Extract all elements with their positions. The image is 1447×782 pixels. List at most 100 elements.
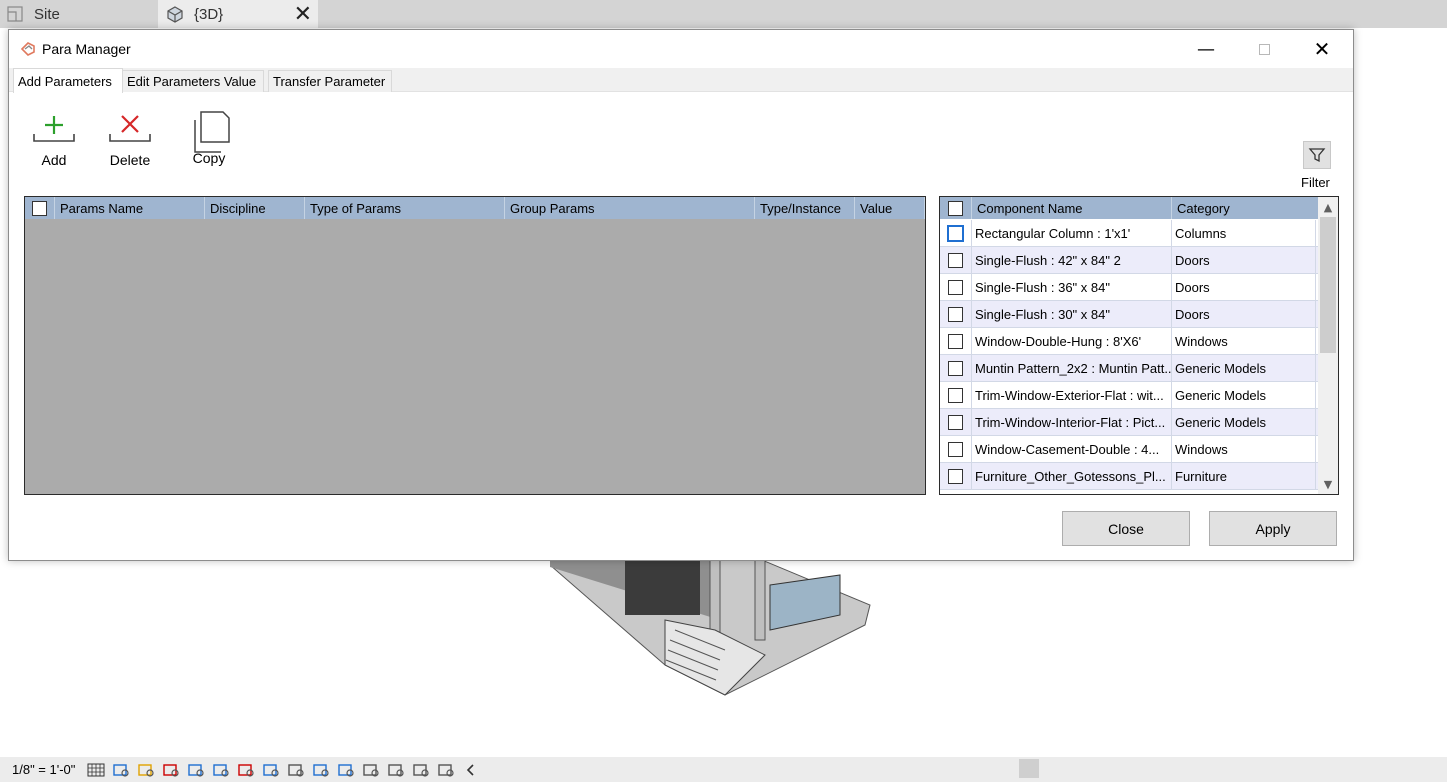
sun-path-icon[interactable] (137, 762, 155, 778)
status-scroll-grip[interactable] (1019, 759, 1039, 778)
delete-button[interactable]: Delete (100, 112, 160, 168)
params-grid[interactable]: Params Name Discipline Type of Params Gr… (24, 196, 926, 495)
minimize-button[interactable]: — (1177, 30, 1235, 68)
component-row[interactable]: Furniture_Other_Gotessons_Pl... Furniture (940, 463, 1318, 490)
component-row[interactable]: Single-Flush : 30" x 84" Doors (940, 301, 1318, 328)
render-icon[interactable] (187, 762, 205, 778)
category-cell: Windows (1172, 328, 1316, 355)
params-grid-header: Params Name Discipline Type of Params Gr… (25, 197, 925, 219)
worksharing-icon[interactable] (387, 762, 405, 778)
filter-button[interactable] (1303, 141, 1331, 169)
analytical-icon[interactable] (337, 762, 355, 778)
unlock-3d-icon[interactable] (262, 762, 280, 778)
component-name-cell: Window-Casement-Double : 4... (972, 436, 1172, 463)
category-cell: Columns (1172, 220, 1316, 247)
column-header[interactable]: Component Name (972, 197, 1172, 219)
select-all-params-cell (25, 197, 55, 219)
component-row[interactable]: Trim-Window-Exterior-Flat : wit... Generi… (940, 382, 1318, 409)
select-all-components-cell (940, 197, 972, 219)
reveal-hidden-icon[interactable] (312, 762, 330, 778)
component-row[interactable]: Window-Casement-Double : 4... Windows (940, 436, 1318, 463)
crop-view-icon[interactable] (212, 762, 230, 778)
temporary-hide-icon[interactable] (287, 762, 305, 778)
row-checkbox-cell (940, 247, 972, 274)
component-grid[interactable]: Component Name Category Rectangular Colu… (939, 196, 1339, 495)
row-checkbox[interactable] (948, 334, 963, 349)
component-row[interactable]: Single-Flush : 42" x 84" 2 Doors (940, 247, 1318, 274)
category-cell: Generic Models (1172, 355, 1316, 382)
design-options-icon[interactable] (412, 762, 430, 778)
detail-level-icon[interactable] (87, 762, 105, 778)
row-checkbox-cell (940, 355, 972, 382)
column-header[interactable]: Value (855, 197, 925, 219)
3d-view-icon (167, 6, 183, 23)
tab-add-parameters[interactable]: Add Parameters (13, 68, 123, 93)
category-cell: Windows (1172, 436, 1316, 463)
highlight-displacement-icon[interactable] (362, 762, 380, 778)
row-checkbox-cell (940, 274, 972, 301)
row-checkbox[interactable] (947, 225, 964, 242)
scrollbar-thumb[interactable] (1320, 217, 1336, 353)
close-window-button[interactable]: ✕ (1293, 30, 1351, 68)
copy-label: Copy (192, 150, 226, 166)
row-checkbox-cell (940, 220, 972, 247)
scroll-up-icon[interactable]: ▲ (1318, 198, 1338, 216)
status-bar: 1/8" = 1'-0" (0, 757, 1447, 782)
column-header[interactable]: Discipline (205, 197, 305, 219)
component-name-cell: Trim-Window-Exterior-Flat : wit... (972, 382, 1172, 409)
show-crop-icon[interactable] (237, 762, 255, 778)
copy-icon (194, 111, 230, 153)
column-header[interactable]: Type of Params (305, 197, 505, 219)
view-tab-site[interactable]: Site (0, 0, 157, 28)
component-grid-scrollbar[interactable]: ▲ ▼ (1318, 197, 1338, 494)
row-checkbox[interactable] (948, 280, 963, 295)
row-checkbox-cell (940, 409, 972, 436)
select-all-components-checkbox[interactable] (948, 200, 963, 216)
view-scale[interactable]: 1/8" = 1'-0" (12, 762, 75, 777)
collapse-arrow-icon[interactable] (462, 762, 480, 778)
add-button[interactable]: Add (24, 112, 84, 168)
para-manager-logo-icon (20, 42, 35, 56)
select-all-params-checkbox[interactable] (32, 200, 47, 216)
column-header[interactable]: Params Name (55, 197, 205, 219)
tab-transfer-parameter[interactable]: Transfer Parameter (268, 70, 392, 92)
visual-style-icon[interactable] (112, 762, 130, 778)
dialog-titlebar[interactable]: Para Manager — ✕ (9, 30, 1353, 68)
category-cell: Doors (1172, 301, 1316, 328)
component-row[interactable]: Trim-Window-Interior-Flat : Pict... Gener… (940, 409, 1318, 436)
view-tab-3d[interactable]: {3D} ✕ (158, 0, 318, 28)
apply-button[interactable]: Apply (1209, 511, 1337, 546)
column-header[interactable]: Type/Instance (755, 197, 855, 219)
component-row[interactable]: Rectangular Column : 1'x1' Columns (940, 220, 1318, 247)
component-row[interactable]: Window-Double-Hung : 8'X6' Windows (940, 328, 1318, 355)
row-checkbox[interactable] (948, 361, 963, 376)
row-checkbox[interactable] (948, 388, 963, 403)
copy-button[interactable]: Copy (179, 111, 239, 166)
category-cell: Generic Models (1172, 382, 1316, 409)
scroll-down-icon[interactable]: ▼ (1318, 475, 1338, 493)
dialog-tabs: Add Parameters Edit Parameters Value Tra… (9, 68, 1353, 93)
component-row[interactable]: Muntin Pattern_2x2 : Muntin Patt... Gener… (940, 355, 1318, 382)
constraints-icon[interactable] (437, 762, 455, 778)
component-name-cell: Single-Flush : 36" x 84" (972, 274, 1172, 301)
row-checkbox[interactable] (948, 415, 963, 430)
row-checkbox[interactable] (948, 307, 963, 322)
view-tab-label: Site (34, 5, 60, 23)
component-row[interactable]: Single-Flush : 36" x 84" Doors (940, 274, 1318, 301)
row-checkbox[interactable] (948, 253, 963, 268)
column-header[interactable]: Category (1172, 197, 1318, 219)
close-tab-icon[interactable]: ✕ (294, 2, 312, 27)
column-header[interactable]: Group Params (505, 197, 755, 219)
3d-model-view[interactable] (550, 555, 880, 705)
category-cell: Generic Models (1172, 409, 1316, 436)
tab-edit-parameters-value[interactable]: Edit Parameters Value (122, 70, 264, 92)
para-manager-dialog: Para Manager — ✕ Add Parameters Edit Par… (8, 29, 1354, 561)
shadows-icon[interactable] (162, 762, 180, 778)
maximize-button[interactable] (1235, 30, 1293, 68)
close-button[interactable]: Close (1062, 511, 1190, 546)
row-checkbox[interactable] (948, 442, 963, 457)
row-checkbox[interactable] (948, 469, 963, 484)
component-name-cell: Single-Flush : 30" x 84" (972, 301, 1172, 328)
maximize-icon (1258, 43, 1270, 55)
filter-label: Filter (1301, 175, 1330, 190)
